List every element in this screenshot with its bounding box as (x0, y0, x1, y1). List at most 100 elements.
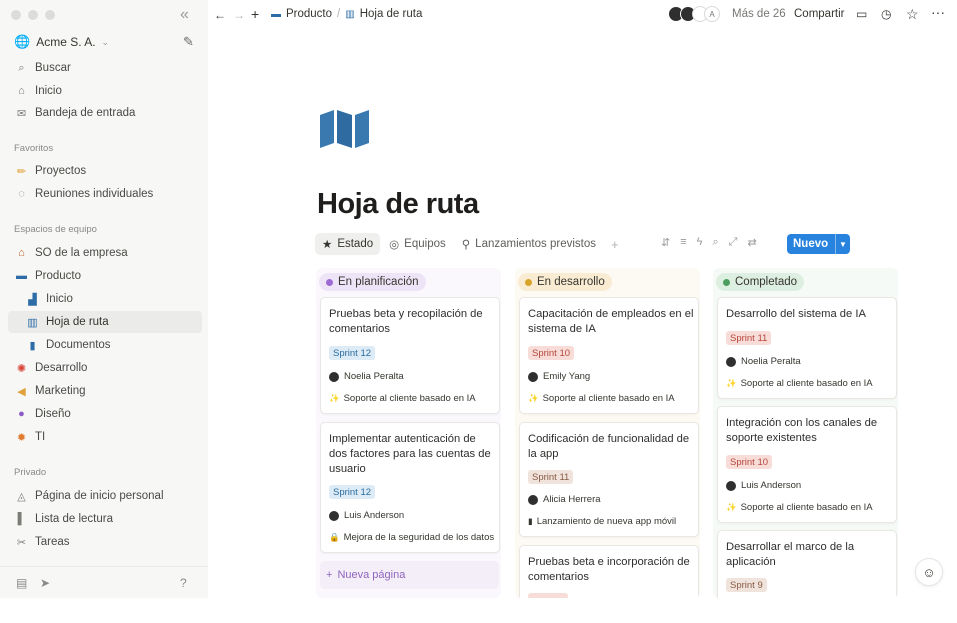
column-status-badge[interactable]: Completado (716, 273, 805, 291)
board-card[interactable]: Pruebas beta e incorporación de comentar… (519, 545, 699, 598)
comments-icon[interactable]: ▭ (856, 7, 867, 21)
card-title: Codificación de funcionalidad de la app (528, 433, 690, 460)
sidebar-item-label: Reuniones individuales (35, 188, 154, 200)
card-title: Implementar autenticación de dos factore… (329, 433, 491, 475)
sidebar-item-marketing[interactable]: ◀ Marketing (8, 380, 202, 402)
bug-icon: ✹ (16, 431, 27, 444)
sidebar-item-label: Proyectos (35, 165, 87, 177)
tab-equipos[interactable]: ◎ Equipos (382, 233, 453, 255)
tab-label: Lanzamientos previstos (475, 238, 596, 250)
calendar-icon[interactable]: ▤ (16, 576, 27, 590)
column-status-badge[interactable]: En planificación (319, 273, 426, 291)
automation-bolt-icon[interactable]: ϟ (697, 236, 703, 249)
sidebar-item-label: Marketing (35, 385, 86, 397)
board-card[interactable]: Codificación de funcionalidad de la app … (519, 422, 699, 537)
sidebar-item-desarrollo[interactable]: ✺ Desarrollo (8, 357, 202, 379)
breadcrumb-item-producto[interactable]: Producto (286, 8, 332, 20)
chevron-down-icon[interactable]: ▼ (835, 234, 850, 254)
card-title: Integración con los canales de soporte e… (726, 417, 878, 444)
sort-icon[interactable]: ⇵ (661, 236, 670, 249)
sidebar-item-pagina-personal[interactable]: ◬ Página de inicio personal (8, 485, 202, 507)
sprint-tag: Sprint 12 (329, 485, 376, 499)
column-status-badge[interactable]: En desarrollo (518, 273, 612, 291)
sidebar-item-proyectos[interactable]: ✏ Proyectos (8, 160, 202, 182)
card-title: Capacitación de empleados en el sistema … (528, 308, 694, 335)
tab-lanzamientos[interactable]: ⚲ Lanzamientos previstos (455, 233, 603, 255)
sprint-tag: Sprint 9 (726, 578, 767, 592)
search-icon[interactable]: ⌕ (712, 236, 718, 249)
share-button[interactable]: Compartir (794, 8, 844, 20)
avatar (726, 480, 736, 491)
filter-icon[interactable]: ≡ (680, 236, 686, 249)
clock-icon[interactable]: ◷ (881, 7, 891, 21)
settings-sliders-icon[interactable]: ⇄ (747, 236, 756, 249)
collapse-sidebar-icon[interactable]: « (180, 6, 189, 24)
project-name: Lanzamiento de nueva app móvil (536, 516, 677, 527)
card-assignee: Noelia Peralta (726, 356, 801, 367)
sidebar-item-label: Diseño (35, 408, 71, 420)
sidebar-item-label: Desarrollo (35, 362, 88, 374)
page-map-icon[interactable] (320, 110, 373, 153)
ai-assistant-button[interactable]: ☺ (915, 558, 943, 586)
board-card[interactable]: Implementar autenticación de dos factore… (320, 422, 500, 553)
chart-icon: ▟ (28, 293, 37, 306)
new-button[interactable]: Nuevo ▼ (787, 234, 850, 254)
card-assignee: Luis Anderson (726, 480, 801, 491)
forward-arrow-icon[interactable]: → (233, 8, 245, 22)
card-assignee: Noelia Peralta (329, 371, 404, 382)
sidebar-item-label: Hoja de ruta (46, 316, 109, 328)
sidebar-item-ti[interactable]: ✹ TI (8, 426, 202, 448)
gear-icon: ✺ (16, 362, 27, 375)
collaborator-avatars[interactable]: A (668, 6, 720, 22)
expand-icon[interactable]: ⤢ (729, 236, 738, 249)
sparkles-icon: ✨ (528, 393, 539, 403)
board-card[interactable]: Desarrollo del sistema de IA Sprint 11 N… (717, 297, 897, 399)
send-icon[interactable]: ➤ (40, 576, 50, 590)
add-view-plus-icon[interactable]: + (611, 237, 619, 252)
page-title[interactable]: Hoja de ruta (317, 188, 479, 221)
workspace-switcher[interactable]: 🌐 Acme S. A. ⌄ (14, 34, 109, 50)
avatar (528, 494, 538, 505)
star-icon[interactable]: ☆ (906, 6, 919, 23)
map-icon: ▥ (345, 8, 355, 20)
maximize-window-button[interactable] (45, 10, 55, 20)
sidebar-item-inicio[interactable]: ⌂ Inicio (8, 80, 202, 102)
help-icon[interactable]: ? (180, 576, 187, 590)
minimize-window-button[interactable] (28, 10, 38, 20)
more-people-count[interactable]: Más de 26 (732, 8, 786, 20)
pin-icon: ⚲ (461, 239, 471, 251)
bookmark-icon: ▮ (29, 339, 36, 352)
sidebar-item-lista-lectura[interactable]: ▌ Lista de lectura (8, 508, 202, 530)
more-options-icon[interactable]: ··· (931, 4, 945, 20)
sidebar-item-buscar[interactable]: ⌕ Buscar (8, 57, 202, 79)
breadcrumb-item-hoja-de-ruta[interactable]: Hoja de ruta (360, 8, 423, 20)
back-arrow-icon[interactable]: ← (214, 8, 226, 22)
tab-estado[interactable]: ★ Estado (315, 233, 381, 255)
new-tab-plus-icon[interactable]: + (251, 6, 259, 22)
sprint-tag: Sprint 10 (528, 346, 575, 360)
sidebar-item-label: SO de la empresa (35, 247, 128, 259)
sidebar-item-diseno[interactable]: ● Diseño (8, 403, 202, 425)
sidebar-item-reuniones[interactable]: ◌ Reuniones individuales (8, 183, 202, 205)
sidebar-item-documentos[interactable]: ▮ Documentos (8, 334, 202, 356)
sidebar-item-tareas[interactable]: ✂ Tareas (8, 531, 202, 553)
avatar (329, 371, 339, 382)
close-window-button[interactable] (11, 10, 21, 20)
board-card[interactable]: Capacitación de empleados en el sistema … (519, 297, 699, 414)
board-card[interactable]: Desarrollar el marco de la aplicación Sp… (717, 530, 897, 598)
top-bar: ← → + ▬ Producto / ▥ Hoja de ruta A Más … (208, 0, 957, 31)
board-card[interactable]: Integración con los canales de soporte e… (717, 406, 897, 523)
megaphone-icon: ◀ (17, 385, 26, 398)
new-page-edit-icon[interactable]: ✎ (183, 34, 194, 50)
sparkles-icon: ✨ (726, 502, 737, 512)
new-page-button[interactable]: + Nueva página (320, 561, 499, 589)
sidebar-item-so-empresa[interactable]: ⌂ SO de la empresa (8, 242, 202, 264)
sidebar-item-label: Página de inicio personal (35, 490, 164, 502)
sidebar-item-producto-inicio[interactable]: ▟ Inicio (8, 288, 202, 310)
board-card[interactable]: Pruebas beta y recopilación de comentari… (320, 297, 500, 414)
sidebar-item-bandeja[interactable]: ✉ Bandeja de entrada (8, 102, 202, 124)
sidebar-item-hoja-de-ruta[interactable]: ▥ Hoja de ruta (8, 311, 202, 333)
sidebar-item-producto[interactable]: ▬ Producto (8, 265, 202, 287)
favorites-section-title: Favoritos (14, 143, 54, 154)
card-title: Pruebas beta y recopilación de comentari… (329, 308, 483, 335)
